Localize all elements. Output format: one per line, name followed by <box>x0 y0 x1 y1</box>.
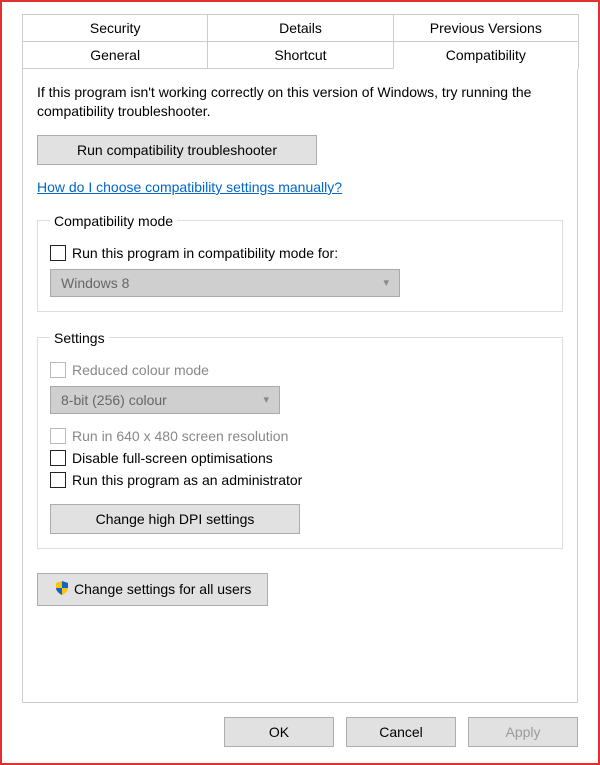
settings-group: Settings Reduced colour mode 8-bit (256)… <box>37 330 563 549</box>
disable-fullscreen-checkbox-row[interactable]: Disable full-screen optimisations <box>50 450 550 466</box>
compat-mode-checkbox-row[interactable]: Run this program in compatibility mode f… <box>50 245 550 261</box>
dialog-footer: OK Cancel Apply <box>2 703 598 763</box>
change-all-users-button[interactable]: Change settings for all users <box>37 573 268 606</box>
compatibility-mode-group: Compatibility mode Run this program in c… <box>37 213 563 312</box>
reduced-colour-checkbox-row: Reduced colour mode <box>50 362 550 378</box>
cancel-button[interactable]: Cancel <box>346 717 456 747</box>
compat-mode-checkbox-label: Run this program in compatibility mode f… <box>72 245 338 261</box>
change-dpi-button[interactable]: Change high DPI settings <box>50 504 300 534</box>
checkbox-icon <box>50 428 66 444</box>
reduced-colour-label: Reduced colour mode <box>72 362 209 378</box>
tab-content: If this program isn't working correctly … <box>22 68 578 703</box>
run-troubleshooter-button[interactable]: Run compatibility troubleshooter <box>37 135 317 165</box>
low-res-label: Run in 640 x 480 screen resolution <box>72 428 288 444</box>
checkbox-icon <box>50 450 66 466</box>
checkbox-icon <box>50 245 66 261</box>
colour-mode-value: 8-bit (256) colour <box>61 392 167 408</box>
compat-mode-select-value: Windows 8 <box>61 275 129 291</box>
tab-compatibility[interactable]: Compatibility <box>393 41 579 69</box>
run-admin-label: Run this program as an administrator <box>72 472 302 488</box>
settings-legend: Settings <box>50 330 109 346</box>
checkbox-icon <box>50 362 66 378</box>
checkbox-icon <box>50 472 66 488</box>
apply-button: Apply <box>468 717 578 747</box>
tab-shortcut[interactable]: Shortcut <box>207 41 393 69</box>
chevron-down-icon: ▾ <box>383 276 389 289</box>
intro-text: If this program isn't working correctly … <box>37 83 563 121</box>
tab-security[interactable]: Security <box>22 14 208 42</box>
change-all-users-label: Change settings for all users <box>74 581 251 597</box>
properties-dialog: Security Details Previous Versions Gener… <box>0 0 600 765</box>
compatibility-mode-legend: Compatibility mode <box>50 213 177 229</box>
tab-details[interactable]: Details <box>207 14 393 42</box>
tab-general[interactable]: General <box>22 41 208 69</box>
compat-mode-select[interactable]: Windows 8 ▾ <box>50 269 400 297</box>
help-link[interactable]: How do I choose compatibility settings m… <box>37 179 342 195</box>
chevron-down-icon: ▾ <box>263 393 269 406</box>
ok-button[interactable]: OK <box>224 717 334 747</box>
tab-strip: Security Details Previous Versions Gener… <box>2 2 598 69</box>
tab-previous-versions[interactable]: Previous Versions <box>393 14 579 42</box>
low-res-checkbox-row: Run in 640 x 480 screen resolution <box>50 428 550 444</box>
run-admin-checkbox-row[interactable]: Run this program as an administrator <box>50 472 550 488</box>
disable-fullscreen-label: Disable full-screen optimisations <box>72 450 273 466</box>
shield-icon <box>54 580 70 599</box>
colour-mode-select: 8-bit (256) colour ▾ <box>50 386 280 414</box>
